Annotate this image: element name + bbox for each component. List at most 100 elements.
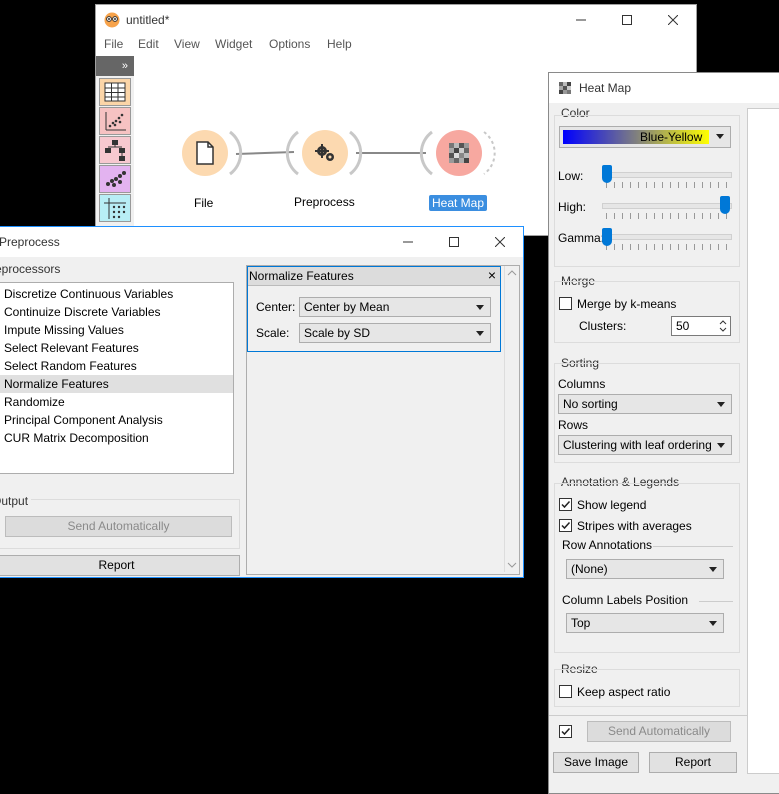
divider — [549, 715, 747, 716]
high-slider-handle[interactable] — [720, 196, 730, 214]
spin-arrows-icon[interactable] — [718, 319, 728, 333]
panel-title: Normalize Features — [249, 269, 354, 283]
main-titlebar[interactable]: untitled* — [96, 5, 696, 35]
gamma-slider-handle[interactable] — [602, 228, 612, 246]
heatmap-icon — [449, 143, 469, 166]
node-label-file: File — [194, 196, 214, 210]
check-icon — [561, 521, 571, 530]
check-icon — [561, 500, 571, 509]
gamma-label: Gamma: — [558, 231, 605, 245]
heatmap-title: Heat Map — [579, 81, 632, 95]
divider — [699, 601, 733, 602]
panel-header: Normalize Features × — [248, 267, 500, 286]
menu-bar: File Edit View Widget Options Help — [96, 35, 696, 55]
heatmap-view[interactable] — [747, 108, 779, 774]
menu-view[interactable]: View — [174, 37, 200, 51]
tree-icon[interactable] — [99, 136, 131, 164]
save-image-button[interactable]: Save Image — [553, 752, 639, 773]
menu-help[interactable]: Help — [327, 37, 352, 51]
node-label-heatmap: Heat Map — [429, 195, 488, 211]
stripes-checkbox[interactable] — [559, 519, 572, 532]
close-button[interactable] — [477, 227, 523, 257]
data-table-icon[interactable] — [99, 78, 131, 106]
preprocess-node[interactable] — [302, 130, 348, 176]
panel-close-icon[interactable]: × — [488, 267, 496, 283]
center-label: Center: — [256, 300, 296, 314]
list-item[interactable]: Select Random Features — [4, 357, 137, 375]
list-item[interactable]: Principal Component Analysis — [4, 411, 163, 429]
window-title: untitled* — [126, 13, 170, 27]
send-automatically-button[interactable]: Send Automatically — [587, 721, 731, 742]
report-button[interactable]: Report — [649, 752, 737, 773]
list-item[interactable]: Impute Missing Values — [4, 321, 124, 339]
list-item[interactable]: Discretize Continuous Variables — [4, 285, 173, 303]
high-label: High: — [558, 200, 587, 214]
palette-select[interactable]: Blue-Yellow — [559, 126, 731, 148]
list-item[interactable]: CUR Matrix Decomposition — [4, 429, 149, 447]
low-slider-ticks — [606, 182, 730, 188]
chevron-down-icon — [476, 305, 484, 310]
clusters-spinbox[interactable]: 50 — [671, 316, 731, 336]
dock-toggle-button[interactable]: » — [96, 56, 134, 76]
send-automatically-button[interactable]: Send Automatically — [5, 516, 232, 537]
scroll-up-icon[interactable] — [505, 266, 519, 280]
high-slider[interactable] — [602, 203, 732, 209]
rows-sort-select[interactable]: Clustering with leaf ordering — [558, 435, 732, 455]
heatmap-titlebar[interactable]: Heat Map — [549, 73, 779, 103]
editor-scrollbar[interactable] — [504, 266, 519, 572]
scatter-dots-icon[interactable] — [99, 165, 131, 193]
preprocessors-list[interactable]: Discretize Continuous Variables Continui… — [0, 282, 234, 474]
preprocess-window: Preprocess Preprocessors Discretize Cont… — [0, 226, 524, 578]
column-labels-position-value: Top — [571, 616, 591, 630]
list-item[interactable]: Select Relevant Features — [4, 339, 139, 357]
report-button[interactable]: Report — [0, 555, 240, 576]
normalize-features-panel: Normalize Features × Center: Center by M… — [247, 266, 501, 352]
column-labels-position-select[interactable]: Top — [566, 613, 724, 633]
gears-icon — [314, 142, 336, 167]
auto-send-checkbox[interactable] — [559, 725, 572, 738]
list-item[interactable]: Continuize Discrete Variables — [4, 303, 161, 321]
preprocessor-editor: Normalize Features × Center: Center by M… — [246, 265, 520, 575]
list-item-selected[interactable]: Normalize Features — [0, 375, 233, 393]
chevron-down-icon — [716, 134, 724, 139]
clusters-label: Clusters: — [579, 319, 627, 333]
preprocess-titlebar[interactable]: Preprocess — [0, 227, 523, 257]
heatmap-icon — [559, 82, 571, 97]
list-item[interactable]: Randomize — [4, 393, 65, 411]
heatmap-node[interactable] — [436, 130, 482, 176]
stripes-label: Stripes with averages — [577, 519, 692, 533]
scatter-plot-icon[interactable] — [99, 107, 131, 135]
row-annotations-select[interactable]: (None) — [566, 559, 724, 579]
minimize-button[interactable] — [558, 5, 604, 35]
low-slider-handle[interactable] — [602, 165, 612, 183]
app-logo-icon — [104, 12, 120, 31]
show-legend-checkbox[interactable] — [559, 498, 572, 511]
menu-options[interactable]: Options — [269, 37, 310, 51]
menu-edit[interactable]: Edit — [138, 37, 159, 51]
scale-select-value: Scale by SD — [304, 326, 371, 340]
columns-sort-select[interactable]: No sorting — [558, 394, 732, 414]
grid-icon[interactable] — [99, 194, 131, 222]
preprocess-title: Preprocess — [0, 235, 60, 249]
columns-sort-value: No sorting — [563, 397, 618, 411]
file-node[interactable] — [182, 130, 228, 176]
gamma-slider-ticks — [606, 244, 730, 250]
minimize-button[interactable] — [385, 227, 431, 257]
row-annotations-label: Row Annotations — [562, 538, 653, 552]
maximize-button[interactable] — [431, 227, 477, 257]
scroll-down-icon[interactable] — [505, 558, 519, 572]
merge-kmeans-checkbox[interactable] — [559, 297, 572, 310]
gamma-slider[interactable] — [602, 234, 732, 240]
keep-aspect-checkbox[interactable] — [559, 685, 572, 698]
center-select[interactable]: Center by Mean — [299, 297, 491, 317]
menu-widget[interactable]: Widget — [215, 37, 252, 51]
menu-file[interactable]: File — [104, 37, 123, 51]
low-slider[interactable] — [602, 172, 732, 178]
preprocessors-group-title: Preprocessors — [0, 262, 61, 276]
palette-select-value: Blue-Yellow — [640, 130, 703, 144]
chevron-down-icon — [717, 402, 725, 407]
scale-select[interactable]: Scale by SD — [299, 323, 491, 343]
maximize-button[interactable] — [604, 5, 650, 35]
close-button[interactable] — [650, 5, 696, 35]
chevron-down-icon — [709, 567, 717, 572]
